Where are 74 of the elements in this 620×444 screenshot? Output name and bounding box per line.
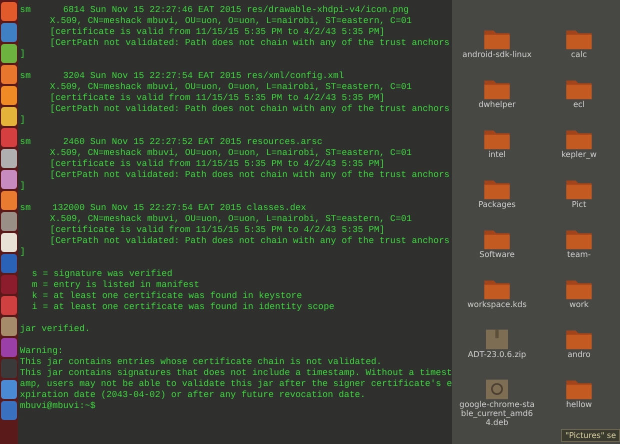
file-name: intel [487,150,507,159]
terminal-line: sm 2460 Sun Nov 15 22:27:52 EAT 2015 resources.arsc [20,137,322,148]
launcher-icon[interactable] [0,107,17,126]
terminal-line: X.509, CN=meshack mbuvi, OU=uon, O=uon, L=nairobi, ST=eastern, C=01 [48,148,412,159]
terminal-line: m = entry is listed in manifest [30,280,200,291]
launcher-icon[interactable] [0,86,17,105]
terminal-line: Warning: [20,346,64,357]
folder-icon[interactable] [565,278,593,300]
file-name: work [568,300,590,309]
file-name: Packages [477,200,517,209]
terminal-line: k = at least one certificate was found in keystore [30,291,302,302]
terminal-line: i = at least one certificate was found in identity scope [30,302,334,313]
terminal-line: [CertPath not validated: Path does not chain with any of the trust anchors [48,38,450,49]
file-name: team- [566,250,592,259]
folder-icon[interactable] [483,178,511,200]
file-name: google-chrome-stable_current_amd64.deb [458,400,536,427]
file-name: andro [566,350,592,359]
launcher-icon[interactable] [0,212,17,231]
folder-icon[interactable] [483,278,511,300]
folder-icon[interactable] [483,128,511,150]
terminal-line: This jar contains entries whose certificate chain is not validated. [20,357,382,368]
file-name: Pict [570,200,588,209]
terminal-line: ] [20,181,26,192]
folder-icon[interactable] [565,328,593,350]
terminal-line: jar verified. [20,324,90,335]
file-name: calc [570,50,588,59]
file-name: ADT-23.0.6.zip [466,350,528,359]
terminal-line: [certificate is valid from 11/15/15 5:35 PM to 4/2/43 5:35 PM] [48,225,385,236]
terminal-line: sm 6814 Sun Nov 15 22:27:46 EAT 2015 res/drawable-xhdpi-v4/icon.png [20,5,409,16]
status-tooltip: "Pictures" se [561,429,620,442]
terminal-prompt: mbuvi@mbuvi:~$ [20,401,96,412]
terminal-line: s = signature was verified [30,269,172,280]
launcher-icon[interactable] [0,191,17,210]
launcher-icon[interactable] [0,149,17,168]
terminal-line: ] [20,247,26,258]
package-icon[interactable] [483,378,511,400]
folder-icon[interactable] [483,78,511,100]
terminal-line: This jar contains signatures that does not include a timestamp. Without a timest [20,368,452,379]
terminal-line: xpiration date (2043-04-02) or after any future revocation date. [20,390,366,401]
terminal-line: sm 3204 Sun Nov 15 22:27:54 EAT 2015 res/xml/config.xml [20,71,344,82]
terminal-line: [certificate is valid from 11/15/15 5:35 PM to 4/2/43 5:35 PM] [48,93,385,104]
folder-icon[interactable] [483,28,511,50]
terminal-line: ] [20,115,26,126]
file-name: dwhelper [477,100,517,109]
terminal-line: [certificate is valid from 11/15/15 5:35 PM to 4/2/43 5:35 PM] [48,27,385,38]
file-name: android-sdk-linux [461,50,533,59]
folder-icon[interactable] [565,228,593,250]
folder-icon[interactable] [565,378,593,400]
terminal-line: X.509, CN=meshack mbuvi, OU=uon, O=uon, L=nairobi, ST=eastern, C=01 [48,214,412,225]
terminal-line: X.509, CN=meshack mbuvi, OU=uon, O=uon, L=nairobi, ST=eastern, C=01 [48,82,412,93]
terminal-line: sm 132000 Sun Nov 15 22:27:54 EAT 2015 classes.dex [20,203,306,214]
folder-icon[interactable] [565,128,593,150]
file-name: Software [478,250,516,259]
launcher-icon[interactable] [0,44,17,63]
terminal-line: [CertPath not validated: Path does not chain with any of the trust anchors [48,236,450,247]
file-name: ecl [572,100,586,109]
launcher-icon[interactable] [0,233,17,252]
folder-icon[interactable] [565,78,593,100]
terminal-line: X.509, CN=meshack mbuvi, OU=uon, O=uon, L=nairobi, ST=eastern, C=01 [48,16,412,27]
file-name: workspace.kds [466,300,528,309]
folder-icon[interactable] [565,28,593,50]
terminal-line: [CertPath not validated: Path does not chain with any of the trust anchors [48,170,450,181]
terminal-line: [CertPath not validated: Path does not chain with any of the trust anchors [48,104,450,115]
folder-icon[interactable] [565,178,593,200]
archive-icon[interactable] [483,328,511,350]
launcher-icon[interactable] [0,65,17,84]
terminal-line: amp, users may not be able to validate this jar after the signer certificate's e [20,379,452,390]
terminal-line: ] [20,49,26,60]
file-name: hellow [565,400,593,409]
launcher-icon[interactable] [0,170,17,189]
launcher-icon[interactable] [0,317,17,336]
file-name: kepler_w [560,150,598,159]
terminal-line: [certificate is valid from 11/15/15 5:35 PM to 4/2/43 5:35 PM] [48,159,385,170]
folder-icon[interactable] [483,228,511,250]
